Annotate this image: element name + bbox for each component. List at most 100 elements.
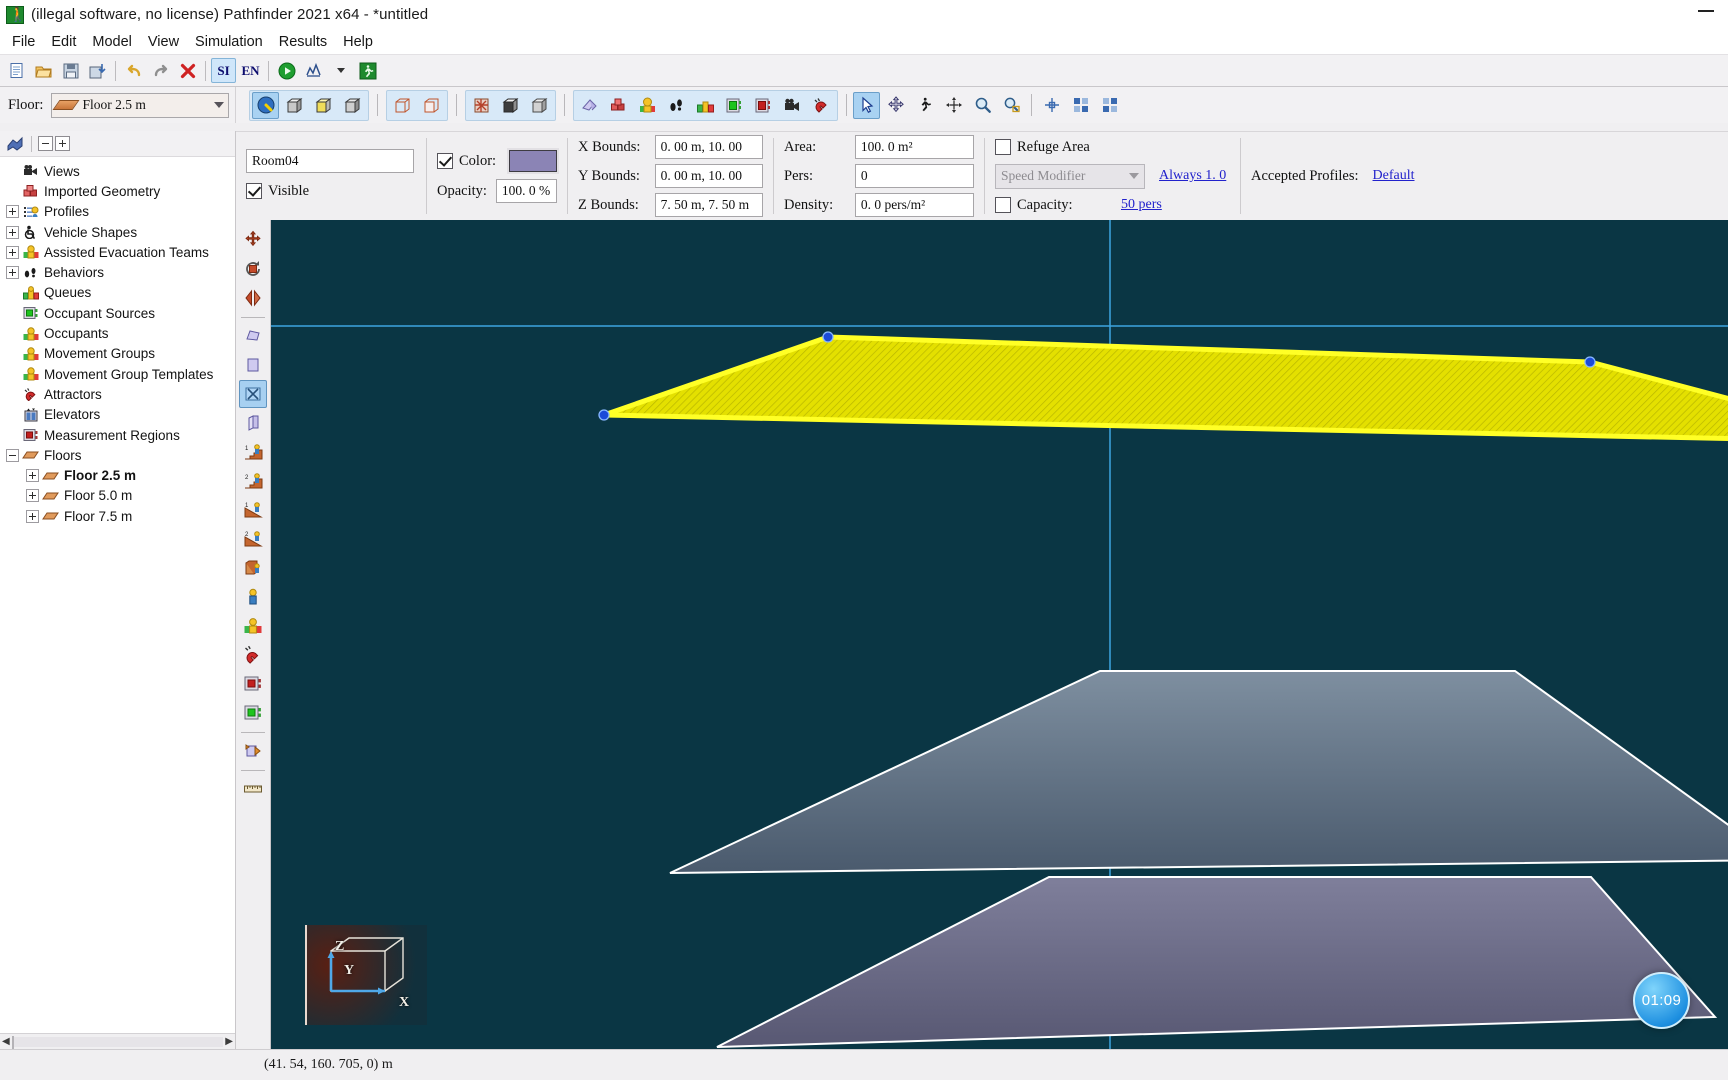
occupant-group-tool-button[interactable] <box>239 612 267 640</box>
mirror-tool-button[interactable] <box>239 284 267 312</box>
behavior-visibility-button[interactable] <box>663 92 690 119</box>
occupant-source-visibility-button[interactable] <box>721 92 748 119</box>
scroll-right-icon[interactable]: ▶ <box>225 1036 233 1047</box>
move-node-tool-button[interactable] <box>882 92 909 119</box>
stair-2-tool-button[interactable]: 2 <box>239 467 267 495</box>
tree-item-elevators[interactable]: Elevators <box>0 405 235 425</box>
results-dropdown-button[interactable] <box>328 58 353 83</box>
move-tool-button[interactable] <box>239 226 267 254</box>
draw-door-tool-button[interactable] <box>239 380 267 408</box>
box-grey-button[interactable] <box>339 92 366 119</box>
open-file-button[interactable] <box>31 58 56 83</box>
run-simulation-button[interactable] <box>274 58 299 83</box>
color-swatch[interactable] <box>508 150 557 172</box>
y-bounds-input[interactable]: 0. 00 m, 10. 00 <box>654 164 763 188</box>
timer-badge[interactable]: 01:09 <box>1633 972 1690 1029</box>
visible-checkbox[interactable] <box>246 183 262 199</box>
tree-item-queues[interactable]: Queues <box>0 283 235 303</box>
tree-expander[interactable] <box>6 205 19 219</box>
z-bounds-input[interactable]: 7. 50 m, 7. 50 m <box>654 193 763 217</box>
3d-viewport[interactable]: 1 2 1 2 Z Y X 01:09 <box>236 220 1728 1049</box>
tree-expander[interactable] <box>6 225 19 239</box>
measure-tool-button[interactable] <box>239 775 267 803</box>
exit-tool-button[interactable] <box>239 737 267 765</box>
navigate-view-button[interactable] <box>252 91 279 119</box>
axis-orientation-widget[interactable]: Z Y X <box>305 925 427 1025</box>
tree-item-floor-7-5m[interactable]: Floor 7.5 m <box>0 506 235 526</box>
measurement-region-visibility-button[interactable] <box>750 92 777 119</box>
grid-tool-button[interactable] <box>1067 92 1094 119</box>
pan-tool-button[interactable] <box>940 92 967 119</box>
ramp-2-tool-button[interactable]: 2 <box>239 525 267 553</box>
tree-expander[interactable] <box>26 469 39 483</box>
tree-item-movement-groups[interactable]: Movement Groups <box>0 344 235 364</box>
zoom-window-tool-button[interactable] <box>998 92 1025 119</box>
middle-floor-slab[interactable] <box>669 670 1728 874</box>
collapse-all-button[interactable] <box>38 136 53 151</box>
always-speed-link[interactable]: Always 1. 0 <box>1159 168 1226 184</box>
refuge-area-checkbox[interactable] <box>995 139 1011 155</box>
rotate-tool-button[interactable] <box>239 255 267 283</box>
new-file-button[interactable] <box>4 58 29 83</box>
opacity-input[interactable]: 100. 0 % <box>495 179 557 203</box>
snap-tool-button[interactable] <box>1038 92 1065 119</box>
attractor-tool-button[interactable] <box>239 641 267 669</box>
undo-button[interactable] <box>121 58 146 83</box>
wireframe-red-button[interactable] <box>389 92 416 119</box>
tree-expander[interactable] <box>6 448 19 462</box>
tree-item-measurement-regions[interactable]: Measurement Regions <box>0 425 235 445</box>
imported-geometry-visibility-button[interactable] <box>605 92 632 119</box>
elevator-tool-button[interactable] <box>239 554 267 582</box>
accepted-profiles-link[interactable]: Default <box>1373 168 1415 184</box>
color-checkbox[interactable] <box>437 153 453 169</box>
minimize-button[interactable] <box>1698 10 1714 12</box>
grid2-tool-button[interactable] <box>1096 92 1123 119</box>
import-button[interactable] <box>85 58 110 83</box>
tree-item-profiles[interactable]: Profiles <box>0 202 235 222</box>
vertex-handle[interactable] <box>1584 356 1596 368</box>
units-en-button[interactable]: EN <box>238 58 263 83</box>
menu-help[interactable]: Help <box>335 32 381 52</box>
measurement-region-tool-button[interactable] <box>239 670 267 698</box>
geometry-visibility-button[interactable] <box>576 92 603 119</box>
scroll-left-icon[interactable]: ◀ <box>2 1036 10 1047</box>
solid-box-button[interactable] <box>497 92 524 119</box>
tree-expander[interactable] <box>26 489 39 503</box>
3d-canvas[interactable]: Z Y X 01:09 <box>271 220 1728 1049</box>
x-bounds-input[interactable]: 0. 00 m, 10. 00 <box>654 135 763 159</box>
camera-visibility-button[interactable] <box>779 92 806 119</box>
occupant-visibility-button[interactable] <box>634 92 661 119</box>
tree-item-floor-5-0m[interactable]: Floor 5.0 m <box>0 486 235 506</box>
occupant-place-tool-button[interactable] <box>911 92 938 119</box>
vertex-handle[interactable] <box>598 409 610 421</box>
vertex-handle[interactable] <box>822 331 834 343</box>
menu-simulation[interactable]: Simulation <box>187 32 271 52</box>
tree-item-movement-group-templates[interactable]: Movement Group Templates <box>0 364 235 384</box>
box-yellow-button[interactable] <box>310 92 337 119</box>
tree-item-imported-geometry[interactable]: Imported Geometry <box>0 181 235 201</box>
room-name-input[interactable]: Room04 <box>246 149 414 173</box>
selected-floor-slab[interactable] <box>603 334 1728 442</box>
tree-expander[interactable] <box>26 509 39 523</box>
select-tool-button[interactable] <box>853 91 880 119</box>
capacity-link[interactable]: 50 pers <box>1121 197 1162 213</box>
tree-horizontal-scrollbar[interactable]: ◀ ▶ <box>0 1033 235 1055</box>
menu-view[interactable]: View <box>140 32 187 52</box>
shaded-box-button[interactable] <box>526 92 553 119</box>
redo-button[interactable] <box>148 58 173 83</box>
draw-rect-room-tool-button[interactable] <box>239 351 267 379</box>
tree-expander[interactable] <box>6 245 19 259</box>
draw-wall-tool-button[interactable] <box>239 409 267 437</box>
floor-dropdown[interactable]: Floor 2.5 m <box>51 92 229 118</box>
tree-item-floor-2-5m[interactable]: Floor 2.5 m <box>0 465 235 485</box>
tree-item-occupant-sources[interactable]: Occupant Sources <box>0 303 235 323</box>
wireframe-pink-button[interactable] <box>418 92 445 119</box>
tree-item-views[interactable]: Views <box>0 161 235 181</box>
lower-floor-slab[interactable] <box>716 876 1718 1048</box>
units-si-button[interactable]: SI <box>211 58 236 83</box>
menu-file[interactable]: File <box>4 32 43 52</box>
save-file-button[interactable] <box>58 58 83 83</box>
capacity-checkbox[interactable] <box>995 197 1011 213</box>
tree-item-occupants[interactable]: Occupants <box>0 323 235 343</box>
expand-all-button[interactable] <box>55 136 70 151</box>
